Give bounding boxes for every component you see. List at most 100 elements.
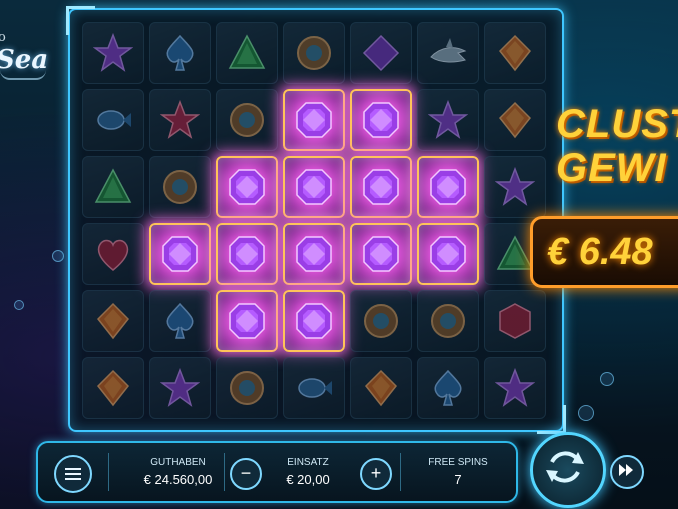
reel-cell xyxy=(82,290,144,352)
blue-fish-icon xyxy=(298,378,332,398)
reel-cell xyxy=(283,156,345,218)
red-heart-gem-icon xyxy=(97,239,129,271)
divider xyxy=(108,453,109,491)
bronze-medallion-icon xyxy=(230,371,264,405)
reel-cell xyxy=(216,290,278,352)
reel-cell xyxy=(484,290,546,352)
purple-star-gem-icon xyxy=(93,33,133,72)
logo-line1: o xyxy=(0,30,6,45)
hamburger-icon xyxy=(65,473,81,475)
purple-star-gem-icon xyxy=(495,167,535,206)
orange-diamond-gem-icon xyxy=(96,302,130,340)
purple-octagon-gem-icon xyxy=(363,169,399,205)
reel-cell xyxy=(283,22,345,84)
reel-cell xyxy=(417,290,479,352)
purple-octagon-gem-icon xyxy=(430,169,466,205)
reel-cell xyxy=(149,89,211,151)
reel-cell xyxy=(216,357,278,419)
reel-cell xyxy=(82,22,144,84)
purple-star-gem-icon xyxy=(428,100,468,139)
purple-star-gem-icon xyxy=(495,368,535,407)
reel-cell xyxy=(149,22,211,84)
bubble-decor xyxy=(578,405,594,421)
red-star-gem-icon xyxy=(160,100,200,139)
reel-cell xyxy=(350,223,412,285)
reel-cell xyxy=(417,357,479,419)
reel-cell xyxy=(484,357,546,419)
reel-cell xyxy=(350,357,412,419)
blue-fish-icon xyxy=(97,110,131,130)
refresh-icon xyxy=(546,451,584,483)
purple-octagon-gem-icon xyxy=(229,169,265,205)
reel-cell xyxy=(149,156,211,218)
hamburger-icon xyxy=(65,468,81,470)
purple-octagon-gem-icon xyxy=(229,303,265,339)
reel-cell xyxy=(216,89,278,151)
green-triangle-gem-icon xyxy=(496,235,534,270)
red-hex-gem-icon xyxy=(499,303,531,339)
purple-square-gem-icon xyxy=(362,34,400,72)
reel-cell xyxy=(417,156,479,218)
reel-cell xyxy=(417,22,479,84)
reel-cell xyxy=(82,223,144,285)
bubble-decor xyxy=(52,250,64,262)
reel-cell xyxy=(350,290,412,352)
bronze-medallion-icon xyxy=(163,170,197,204)
game-logo: o Sea xyxy=(0,30,48,75)
symbol-grid xyxy=(82,22,546,419)
purple-star-gem-icon xyxy=(160,368,200,407)
green-triangle-gem-icon xyxy=(94,168,132,203)
reel-cell xyxy=(149,290,211,352)
reel-cell xyxy=(417,223,479,285)
reel-cell xyxy=(82,156,144,218)
bet-value: € 20,00 xyxy=(286,472,330,487)
menu-button[interactable] xyxy=(54,455,92,493)
purple-octagon-gem-icon xyxy=(296,102,332,138)
reel-cell xyxy=(149,357,211,419)
blue-spade-gem-icon xyxy=(166,34,194,71)
bubble-decor xyxy=(14,300,24,310)
reel-cell xyxy=(350,89,412,151)
win-amount: € 6.48 xyxy=(547,231,653,273)
reel-cell xyxy=(484,89,546,151)
purple-octagon-gem-icon xyxy=(430,236,466,272)
bronze-medallion-icon xyxy=(297,36,331,70)
reel-cell xyxy=(283,89,345,151)
cluster-title-line2: GEWI xyxy=(556,146,667,190)
cluster-title-line1: CLUST xyxy=(556,102,678,146)
bronze-medallion-icon xyxy=(230,103,264,137)
reel-cell xyxy=(350,22,412,84)
reel-cell xyxy=(417,89,479,151)
orange-diamond-gem-icon xyxy=(96,369,130,407)
purple-octagon-gem-icon xyxy=(363,236,399,272)
bronze-medallion-icon xyxy=(431,304,465,338)
bet-decrease-button[interactable]: − xyxy=(230,458,262,490)
fast-forward-icon xyxy=(619,464,633,476)
purple-octagon-gem-icon xyxy=(162,236,198,272)
orange-diamond-gem-icon xyxy=(364,369,398,407)
balance-label: GUTHABEN xyxy=(150,457,206,468)
spin-button[interactable] xyxy=(530,432,606,508)
bronze-medallion-icon xyxy=(364,304,398,338)
control-bar: GUTHABEN € 24.560,00 − EINSATZ € 20,00 +… xyxy=(36,441,518,503)
turbo-button[interactable] xyxy=(610,455,644,489)
blue-spade-gem-icon xyxy=(434,369,462,406)
purple-octagon-gem-icon xyxy=(229,236,265,272)
bet-label: EINSATZ xyxy=(287,457,329,468)
green-triangle-gem-icon xyxy=(228,34,266,69)
purple-octagon-gem-icon xyxy=(296,236,332,272)
reel-cell xyxy=(149,223,211,285)
reel-cell xyxy=(484,156,546,218)
reel-cell xyxy=(283,357,345,419)
reel-cell xyxy=(283,223,345,285)
reel-cell xyxy=(484,22,546,84)
bet-increase-button[interactable]: + xyxy=(360,458,392,490)
reel-frame xyxy=(66,6,566,434)
balance-value: € 24.560,00 xyxy=(143,472,213,487)
blue-spade-gem-icon xyxy=(166,302,194,339)
reel-cell xyxy=(216,22,278,84)
reel-cell xyxy=(350,156,412,218)
free-spins-label: FREE SPINS xyxy=(428,457,488,468)
win-amount-box: € 6.48 xyxy=(530,216,678,288)
purple-octagon-gem-icon xyxy=(296,169,332,205)
